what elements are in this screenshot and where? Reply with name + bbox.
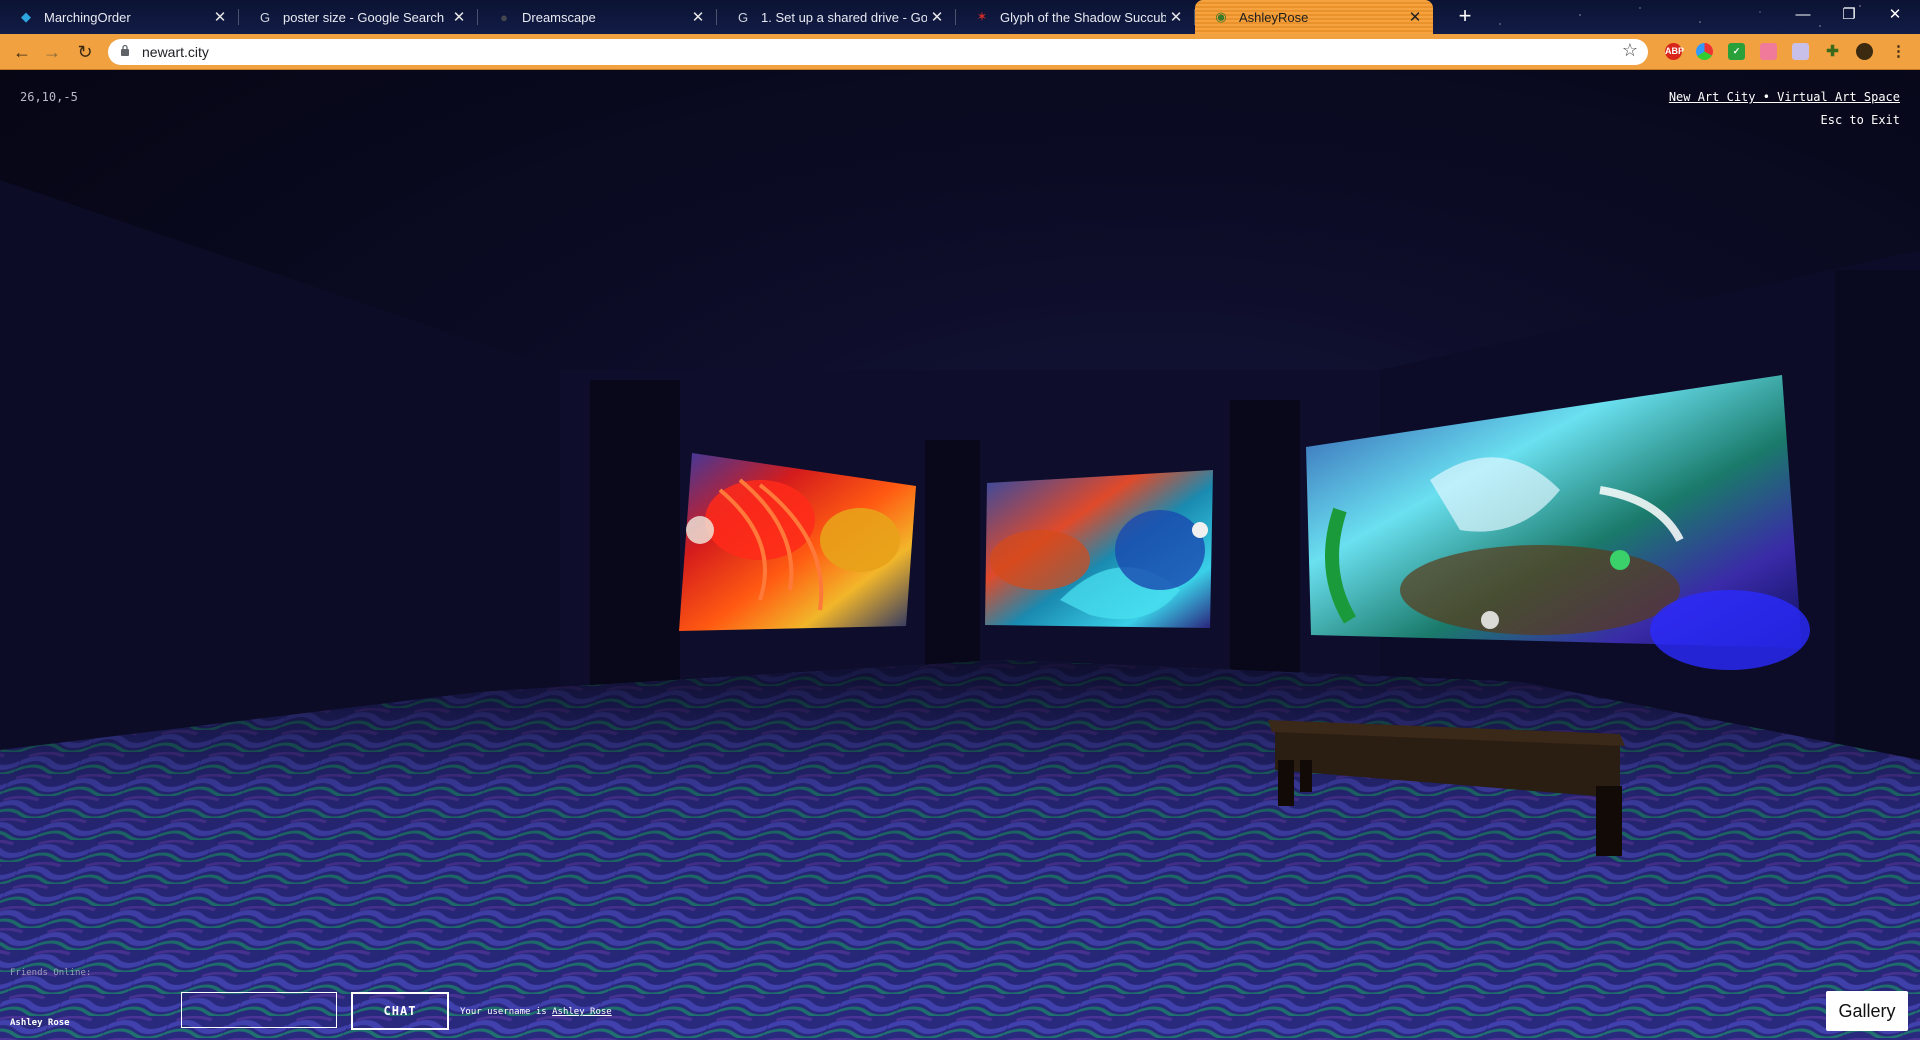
menu-kebab-icon[interactable]: ⋮ <box>1890 43 1907 60</box>
pink-extension-icon[interactable] <box>1760 43 1777 60</box>
artwork-blue-creature[interactable] <box>985 470 1213 628</box>
forward-button[interactable]: → <box>40 41 64 63</box>
tab-close-icon[interactable]: ✕ <box>1166 8 1186 26</box>
window-extension-icon[interactable] <box>1792 43 1809 60</box>
marchingorder-favicon-icon: ◆ <box>21 9 31 24</box>
newartcity-favicon-icon: ◉ <box>1215 9 1227 24</box>
lock-icon <box>121 44 129 56</box>
tab-title: AshleyRose <box>1239 9 1309 25</box>
tab-close-icon[interactable]: ✕ <box>1405 8 1425 26</box>
tab-close-icon[interactable]: ✕ <box>210 8 230 26</box>
gallery-button[interactable]: Gallery <box>1826 991 1908 1031</box>
reload-button[interactable]: ↻ <box>73 41 97 63</box>
dreamscape-favicon-icon: ● <box>500 9 508 25</box>
window-close-button[interactable]: ✕ <box>1872 3 1918 27</box>
restore-button[interactable]: ❐ <box>1826 3 1872 27</box>
tab-strip: ◆ MarchingOrder ✕ Gposter size - Google Sea… <box>0 0 1920 34</box>
bookmark-star-icon[interactable]: ☆ <box>1622 40 1638 61</box>
tab-5[interactable]: ◉ AshleyRose ✕ <box>1195 0 1433 34</box>
tab-title: MarchingOrder <box>44 9 131 25</box>
username-line: Your username is Ashley Rose <box>460 1007 612 1017</box>
back-arrow-icon: ← <box>13 42 31 62</box>
tab-2[interactable]: ● Dreamscape ✕ <box>478 0 717 34</box>
tab-close-icon[interactable]: ✕ <box>927 8 947 26</box>
username-link[interactable]: Ashley Rose <box>552 1007 612 1017</box>
url-text: newart.city <box>142 44 209 60</box>
color-extension-icon[interactable] <box>1696 43 1713 60</box>
tab-title: 1. Set up a shared drive - Google <box>761 9 927 25</box>
tab-0[interactable]: ◆ MarchingOrder ✕ <box>0 0 239 34</box>
tab-1[interactable]: Gposter size - Google Search ✕ <box>239 0 478 34</box>
back-button[interactable]: ← <box>10 41 34 63</box>
new-tab-button[interactable]: + <box>1453 5 1477 29</box>
reload-icon: ↻ <box>77 42 93 62</box>
gallery-scene[interactable] <box>0 70 1920 1040</box>
tab-title: Dreamscape <box>522 9 596 25</box>
minimize-button[interactable]: — <box>1780 3 1826 27</box>
chat-button[interactable]: CHAT <box>351 992 449 1030</box>
position-coordinates: 26,10,-5 <box>20 90 78 104</box>
friends-online-label: Friends Online: <box>10 968 92 978</box>
exit-hint: Esc to Exit <box>1820 113 1900 127</box>
tab-4[interactable]: ✶ Glyph of the Shadow Succubus -✕ <box>956 0 1195 34</box>
address-bar[interactable]: newart.city ☆ <box>108 39 1648 65</box>
left-wall <box>0 180 560 750</box>
new-art-city-link[interactable]: New Art City • Virtual Art Space <box>1669 90 1900 104</box>
tab-title: Glyph of the Shadow Succubus - <box>1000 9 1166 25</box>
pillar <box>1835 270 1920 790</box>
puzzle-extensions-icon[interactable]: ✚ <box>1824 43 1841 60</box>
chat-input[interactable] <box>181 992 337 1028</box>
tab-close-icon[interactable]: ✕ <box>449 8 469 26</box>
browser-toolbar: ← → ↻ newart.city ☆ ABP ✓ ✚ ⋮ <box>0 34 1920 70</box>
tab-3[interactable]: G 1. Set up a shared drive - Google✕ <box>717 0 956 34</box>
deviantart-favicon-icon: ✶ <box>976 9 988 24</box>
checkmark-extension-icon[interactable]: ✓ <box>1728 43 1745 60</box>
adblock-extension-icon[interactable]: ABP <box>1665 43 1684 60</box>
forward-arrow-icon: → <box>43 42 61 62</box>
google-favicon-icon: G <box>737 9 749 25</box>
gallery-viewport[interactable]: 26,10,-5 New Art City • Virtual Art Spac… <box>0 70 1920 1040</box>
floor-shading <box>0 660 1920 1040</box>
tab-close-icon[interactable]: ✕ <box>688 8 708 26</box>
profile-avatar[interactable] <box>1856 43 1873 60</box>
google-favicon-icon: G <box>259 9 271 25</box>
tab-title: poster size - Google Search <box>283 9 445 25</box>
username-prefix: Your username is <box>460 1007 547 1017</box>
friend-list-item[interactable]: Ashley Rose <box>10 1018 70 1028</box>
